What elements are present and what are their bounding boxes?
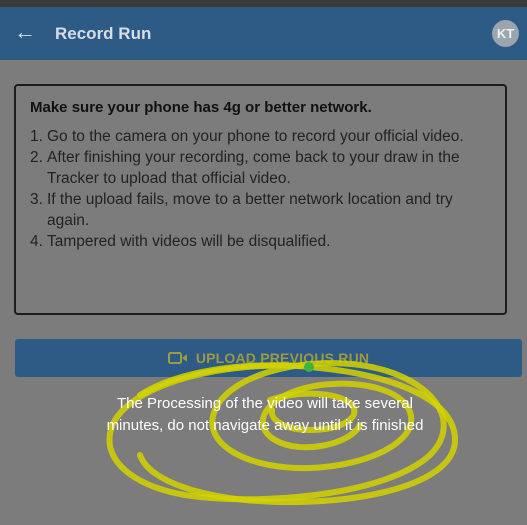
list-item: 2. After finishing your recording, come b… — [30, 149, 460, 187]
status-bar-fragment — [0, 0, 527, 7]
app-bar: ← Record Run KT — [0, 7, 527, 60]
instructions-list: 1. Go to the camera on your phone to reco… — [30, 126, 491, 252]
upload-button-label: UPLOAD PREVIOUS RUN — [195, 350, 370, 366]
list-item: 1. Go to the camera on your phone to reco… — [30, 128, 464, 145]
processing-message: The Processing of the video will take se… — [106, 395, 424, 434]
upload-previous-run-button[interactable]: UPLOAD PREVIOUS RUN — [15, 339, 522, 377]
avatar[interactable]: KT — [492, 20, 519, 47]
list-item: 4. Tampered with videos will be disqualif… — [30, 233, 331, 250]
video-camera-icon — [167, 352, 187, 364]
instructions-heading: Make sure your phone has 4g or better ne… — [30, 99, 372, 116]
instructions-card: Make sure your phone has 4g or better ne… — [14, 84, 507, 315]
back-arrow-icon[interactable]: ← — [12, 19, 38, 45]
page-title: Record Run — [55, 24, 152, 43]
list-item: 3. If the upload fails, move to a better … — [30, 191, 453, 229]
